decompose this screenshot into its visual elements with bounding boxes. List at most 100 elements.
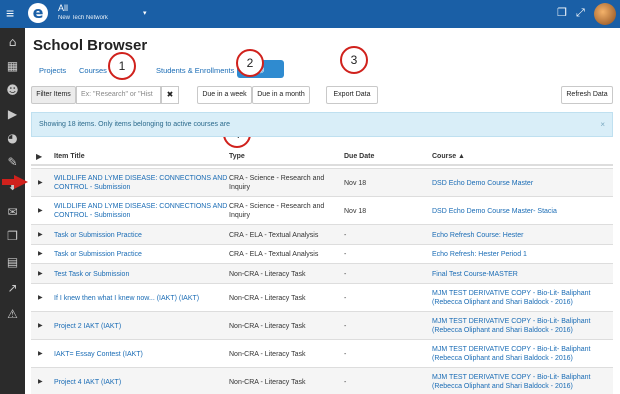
table-row[interactable]: ▶ Task or Submission Practice CRA - ELA …	[31, 244, 613, 263]
course-link[interactable]: MJM TEST DERIVATIVE COPY - Bio-Lit- Bali…	[432, 317, 612, 335]
tab-projects[interactable]: Projects	[39, 66, 66, 75]
expand-row-icon[interactable]: ▶	[38, 231, 43, 238]
refresh-data-button[interactable]: Refresh Data	[561, 86, 613, 104]
page-title: School Browser	[33, 37, 148, 54]
tab-students-enrollments[interactable]: Students & Enrollments	[156, 66, 234, 75]
dashboard-icon[interactable]: ◕	[4, 130, 21, 147]
item-title-link[interactable]: Test Task or Submission	[54, 270, 229, 279]
item-title-link[interactable]: If I knew then what I knew now... (IAKT)…	[54, 294, 229, 303]
column-due-date[interactable]: Due Date	[344, 153, 374, 160]
expand-icon[interactable]: ⤢	[576, 7, 585, 19]
sidebar: ⌂ ▦ ☻ ▶ ◕ ✎ ⬇ ✉ ❐ ▤ ↗ ⚠	[0, 28, 25, 394]
course-link[interactable]: MJM TEST DERIVATIVE COPY - Bio-Lit- Bali…	[432, 373, 612, 391]
item-type: Non-CRA - Literacy Task	[229, 351, 306, 358]
table-row[interactable]: ▶ Task or Submission Practice CRA - ELA …	[31, 224, 613, 244]
item-type: CRA - Science - Research and Inquiry	[229, 175, 325, 191]
course-link[interactable]: Echo Refresh: Hester Period 1	[432, 250, 612, 259]
mail-icon[interactable]: ✉	[4, 204, 21, 221]
play-icon[interactable]: ▶	[4, 106, 21, 123]
course-link[interactable]: MJM TEST DERIVATIVE COPY - Bio-Lit- Bali…	[432, 345, 612, 363]
calendar-icon[interactable]: ▦	[4, 58, 21, 75]
scope-subtitle: New Tech Network	[58, 15, 108, 21]
callout-1: 1	[108, 52, 136, 80]
item-due-date: -	[344, 271, 347, 278]
callout-2: 2	[236, 49, 264, 77]
item-due-date: -	[344, 323, 347, 330]
item-type: CRA - ELA - Textual Analysis	[229, 232, 319, 239]
course-link[interactable]: MJM TEST DERIVATIVE COPY - Bio-Lit- Bali…	[432, 289, 612, 307]
table-row[interactable]: ▶ Project 2 IAKT (IAKT) Non-CRA - Litera…	[31, 311, 613, 339]
tab-courses[interactable]: Courses	[79, 66, 107, 75]
course-link[interactable]: Echo Refresh Course: Hester	[432, 231, 612, 240]
item-title-link[interactable]: WILDLIFE AND LYME DISEASE: CONNECTIONS A…	[54, 202, 229, 220]
expand-row-icon[interactable]: ▶	[38, 270, 43, 277]
course-link[interactable]: DSD Echo Demo Course Master- Stacia	[432, 207, 612, 216]
item-title-link[interactable]: Task or Submission Practice	[54, 231, 229, 240]
users-icon[interactable]: ☻	[4, 82, 21, 99]
chevron-down-icon[interactable]: ▾	[143, 9, 147, 17]
home-icon[interactable]: ⌂	[4, 34, 21, 51]
filter-input[interactable]: Ex: "Research" or "Hist	[76, 86, 161, 104]
scope-title: All	[58, 3, 69, 13]
table-row[interactable]: ▶ Project 4 IAKT (IAKT) Non-CRA - Litera…	[31, 367, 613, 394]
table-row[interactable]: ▶ WILDLIFE AND LYME DISEASE: CONNECTIONS…	[31, 196, 613, 224]
copy-icon[interactable]: ❐	[557, 7, 567, 19]
table-row[interactable]: ▶ IAKT= Essay Contest (IAKT) Non-CRA - L…	[31, 339, 613, 367]
course-link[interactable]: DSD Echo Demo Course Master	[432, 179, 612, 188]
close-icon[interactable]: ×	[600, 113, 605, 136]
expand-row-icon[interactable]: ▶	[38, 294, 43, 301]
expand-all-icon[interactable]: ▶	[36, 152, 42, 161]
expand-row-icon[interactable]: ▶	[38, 207, 43, 214]
table-row[interactable]: ▶ Test Task or Submission Non-CRA - Lite…	[31, 263, 613, 283]
callout-3: 3	[340, 46, 368, 74]
avatar[interactable]	[594, 3, 616, 25]
filter-items-label: Filter Items	[31, 86, 76, 104]
documents-icon[interactable]: ❐	[4, 228, 21, 245]
hamburger-icon[interactable]: ≡	[6, 6, 14, 20]
item-title-link[interactable]: Project 2 IAKT (IAKT)	[54, 322, 229, 331]
table-header: ▶ Item Title Type Due Date Course ▲	[31, 149, 613, 166]
item-due-date: -	[344, 351, 347, 358]
column-course[interactable]: Course ▲	[432, 153, 465, 160]
item-title-link[interactable]: WILDLIFE AND LYME DISEASE: CONNECTIONS A…	[54, 174, 229, 192]
info-alert: Showing 18 items. Only items belonging t…	[31, 112, 613, 137]
alert-text: Showing 18 items. Only items belonging t…	[39, 121, 231, 128]
pointer-arrow	[2, 175, 28, 189]
top-bar: ≡ e All New Tech Network ▾ ❐ ⤢	[0, 0, 620, 28]
scope-selector[interactable]: All New Tech Network	[58, 3, 108, 23]
chart-icon[interactable]: ↗	[4, 280, 21, 297]
book-icon[interactable]: ▤	[4, 254, 21, 271]
item-title-link[interactable]: IAKT= Essay Contest (IAKT)	[54, 350, 229, 359]
expand-row-icon[interactable]: ▶	[38, 350, 43, 357]
item-type: Non-CRA - Literacy Task	[229, 379, 306, 386]
course-link[interactable]: Final Test Course-MASTER	[432, 270, 612, 279]
item-due-date: Nov 18	[344, 208, 367, 215]
item-due-date: -	[344, 251, 347, 258]
item-type: Non-CRA - Literacy Task	[229, 295, 306, 302]
expand-row-icon[interactable]: ▶	[38, 179, 43, 186]
warning-icon[interactable]: ⚠	[4, 306, 21, 323]
item-title-link[interactable]: Project 4 IAKT (IAKT)	[54, 378, 229, 387]
item-type: CRA - Science - Research and Inquiry	[229, 203, 325, 219]
expand-row-icon[interactable]: ▶	[38, 378, 43, 385]
due-in-a-week-button[interactable]: Due in a week	[197, 86, 252, 104]
item-due-date: Nov 18	[344, 180, 367, 187]
logo[interactable]: e	[28, 3, 48, 23]
edit-icon[interactable]: ✎	[4, 154, 21, 171]
due-in-a-month-button[interactable]: Due in a month	[252, 86, 310, 104]
table-row[interactable]: ▶ If I knew then what I knew now... (IAK…	[31, 283, 613, 311]
column-type[interactable]: Type	[229, 153, 245, 160]
item-type: Non-CRA - Literacy Task	[229, 323, 306, 330]
item-type: Non-CRA - Literacy Task	[229, 271, 306, 278]
item-due-date: -	[344, 232, 347, 239]
expand-row-icon[interactable]: ▶	[38, 322, 43, 329]
column-item-title[interactable]: Item Title	[54, 153, 85, 160]
item-due-date: -	[344, 295, 347, 302]
export-data-button[interactable]: Export Data	[326, 86, 378, 104]
item-type: CRA - ELA - Textual Analysis	[229, 251, 319, 258]
clear-filter-button[interactable]: ✖	[161, 86, 179, 104]
item-title-link[interactable]: Task or Submission Practice	[54, 250, 229, 259]
item-due-date: -	[344, 379, 347, 386]
table-row[interactable]: ▶ WILDLIFE AND LYME DISEASE: CONNECTIONS…	[31, 168, 613, 196]
expand-row-icon[interactable]: ▶	[38, 250, 43, 257]
